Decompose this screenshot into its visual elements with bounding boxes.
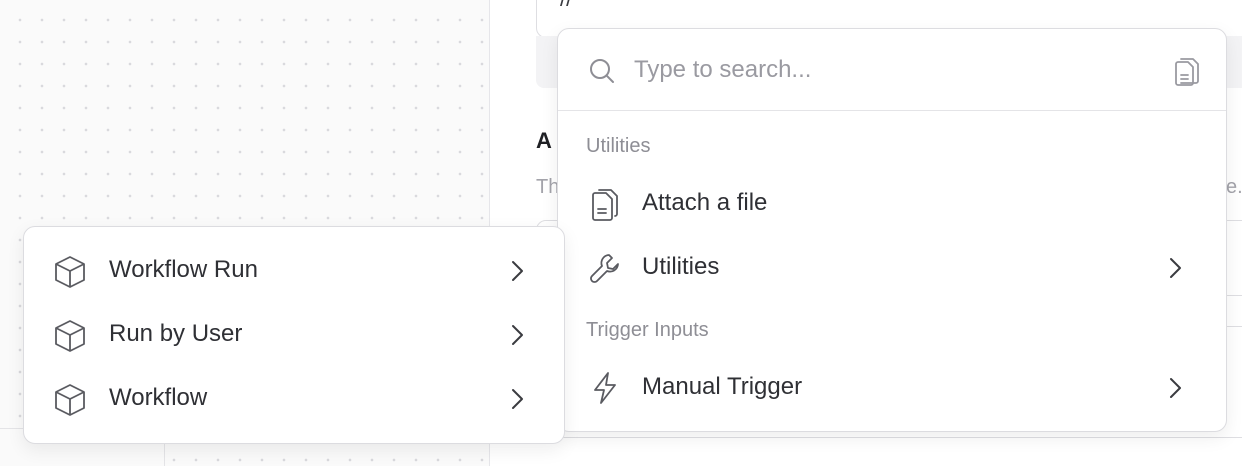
search-bar bbox=[558, 29, 1226, 111]
lightning-icon bbox=[588, 371, 622, 405]
cube-icon bbox=[52, 318, 88, 354]
menu-item-attach-file[interactable]: Attach a file bbox=[578, 177, 1208, 229]
panel-section-heading: A bbox=[536, 128, 552, 153]
menu-item-label: Utilities bbox=[642, 253, 720, 280]
submenu-item-label: Workflow Run bbox=[109, 256, 258, 283]
section-label-trigger-inputs: Trigger Inputs bbox=[586, 319, 709, 341]
menu-item-utilities[interactable]: Utilities bbox=[578, 241, 1208, 293]
cube-icon bbox=[52, 254, 88, 290]
file-icon bbox=[588, 187, 622, 221]
chevron-right-icon bbox=[506, 322, 528, 348]
search-input[interactable] bbox=[634, 49, 1154, 91]
menu-item-label: Manual Trigger bbox=[642, 373, 803, 400]
submenu-item-workflow-run[interactable]: Workflow Run bbox=[40, 242, 552, 298]
chevron-right-icon bbox=[506, 258, 528, 284]
panel-input-value: // bbox=[560, 0, 572, 12]
submenu-item-run-by-user[interactable]: Run by User bbox=[40, 306, 552, 362]
wrench-icon bbox=[588, 251, 622, 285]
panel-section-description: Th bbox=[536, 176, 560, 198]
menu-item-label: Attach a file bbox=[642, 189, 768, 216]
documents-icon[interactable] bbox=[1172, 55, 1202, 87]
submenu-item-workflow[interactable]: Workflow bbox=[40, 370, 552, 426]
context-submenu: Workflow Run Run by User Workflow bbox=[23, 226, 565, 444]
search-icon bbox=[588, 57, 616, 85]
variable-picker-dropdown: Utilities Attach a file Utilities Trigge… bbox=[557, 28, 1227, 432]
panel-bottom-divider bbox=[536, 437, 1242, 438]
submenu-item-label: Run by User bbox=[109, 320, 243, 347]
panel-divider bbox=[1226, 326, 1242, 327]
chevron-right-icon bbox=[506, 386, 528, 412]
section-label-utilities: Utilities bbox=[586, 135, 651, 157]
chevron-right-icon bbox=[1164, 255, 1186, 281]
chevron-right-icon bbox=[1164, 375, 1186, 401]
menu-item-manual-trigger[interactable]: Manual Trigger bbox=[578, 361, 1208, 413]
panel-section-description-end: e. bbox=[1226, 176, 1242, 198]
submenu-item-label: Workflow bbox=[109, 384, 208, 411]
cube-icon bbox=[52, 382, 88, 418]
